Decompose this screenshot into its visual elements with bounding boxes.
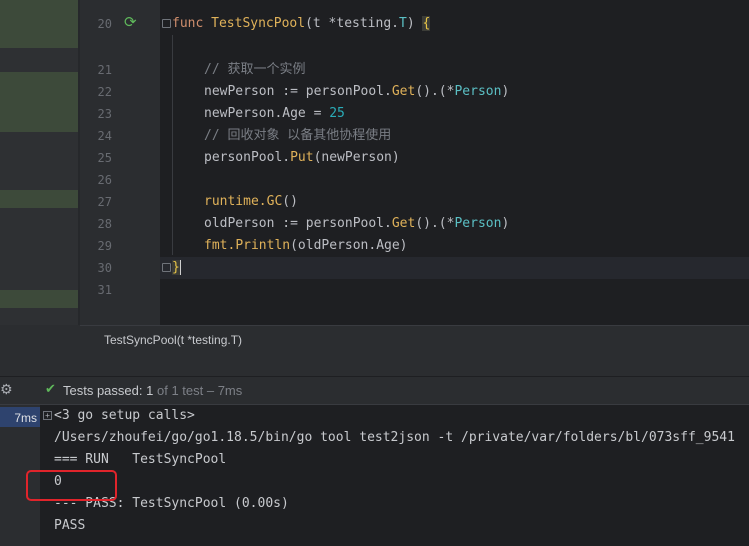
- code-line-25: // 回收对象 以备其他协程使用: [204, 128, 392, 143]
- breadcrumb-bar: TestSyncPool(t *testing.T): [80, 325, 749, 353]
- code-text: newPerson.Age =: [204, 106, 330, 121]
- tree-item-time: 7ms: [14, 411, 37, 425]
- params-close: ): [406, 16, 423, 31]
- line-number: 26: [97, 173, 112, 187]
- current-line-highlight: [160, 257, 749, 279]
- total-tests: of 1 test: [156, 383, 204, 398]
- function-name: TestSyncPool: [211, 16, 306, 31]
- console-line: PASS: [54, 518, 86, 533]
- line-number: 29: [97, 239, 112, 253]
- code-line-23: newPerson := personPool.Get().(*Person): [204, 81, 509, 103]
- line-number: 23: [97, 107, 112, 121]
- text-caret: [179, 260, 181, 275]
- editor-gutter: 20 21 22 23 24 25 26 27 28 29 30 31 31 3…: [80, 0, 188, 325]
- panel-block: [0, 290, 78, 308]
- panel-splitter[interactable]: [0, 353, 749, 377]
- code-editor[interactable]: func TestSyncPool(t *testing.T) { // 获取一…: [160, 0, 749, 325]
- test-results-header: ⚙ ✔ Tests passed: 1 of 1 test – 7ms: [0, 377, 749, 405]
- type-name: Person: [454, 216, 502, 231]
- line-number: 31: [97, 283, 112, 297]
- method-call: Put: [290, 150, 314, 165]
- method-call: GC: [266, 194, 283, 209]
- fold-marker-icon[interactable]: [162, 19, 171, 28]
- expand-icon[interactable]: +: [43, 411, 52, 420]
- code-line-20: func TestSyncPool(t *testing.T) {: [172, 13, 431, 35]
- check-icon: ✔: [45, 382, 56, 397]
- code-line-30: fmt.Println(oldPerson.Age): [204, 235, 408, 257]
- package-name: fmt.: [204, 238, 236, 253]
- code-text: (oldPerson.Age): [290, 238, 408, 253]
- test-status: Tests passed: 1 of 1 test – 7ms: [63, 383, 242, 398]
- params: (t *testing.: [305, 16, 399, 31]
- line-number: 22: [97, 85, 112, 99]
- breadcrumb[interactable]: TestSyncPool(t *testing.T): [104, 333, 242, 347]
- console-line: /Users/zhoufei/go/go1.18.5/bin/go tool t…: [54, 430, 735, 445]
- code-text: newPerson := personPool.: [204, 84, 392, 99]
- line-number: 20: [97, 17, 112, 31]
- line-number: 24: [97, 129, 112, 143]
- line-number: 27: [97, 195, 112, 209]
- code-line-22: // 获取一个实例: [204, 62, 306, 77]
- close-brace: }: [172, 260, 180, 275]
- open-brace: {: [422, 16, 431, 31]
- keyword-func: func: [172, 16, 204, 31]
- project-panel-edge: [0, 0, 80, 325]
- code-line-28: runtime.GC(): [204, 191, 298, 213]
- code-text: (newPerson): [313, 150, 400, 165]
- test-duration: – 7ms: [206, 383, 243, 398]
- panel-block: [0, 190, 78, 208]
- output-highlight-box: [26, 470, 117, 501]
- code-text: ().(*: [415, 84, 455, 99]
- line-number: 21: [97, 63, 112, 77]
- code-line-31: }: [172, 257, 181, 279]
- code-line-26: personPool.Put(newPerson): [204, 147, 400, 169]
- console-line: <3 go setup calls>: [54, 408, 195, 423]
- code-text: personPool.: [204, 150, 291, 165]
- package-name: runtime.: [204, 194, 267, 209]
- fold-marker-icon[interactable]: [162, 263, 171, 272]
- line-number: 28: [97, 217, 112, 231]
- test-tree-item[interactable]: 7ms: [0, 407, 40, 427]
- code-text: oldPerson := personPool.: [204, 216, 392, 231]
- code-text: ): [501, 84, 510, 99]
- console-output[interactable]: + <3 go setup calls> /Users/zhoufei/go/g…: [40, 405, 749, 546]
- panel-block: [0, 0, 78, 48]
- status-label: Tests passed:: [63, 383, 143, 398]
- console-line: === RUN TestSyncPool: [54, 452, 227, 467]
- number-literal: 25: [329, 106, 345, 121]
- passed-count: 1: [146, 383, 154, 398]
- code-line-29: oldPerson := personPool.Get().(*Person): [204, 213, 509, 235]
- code-text: (): [282, 194, 298, 209]
- code-line-24: newPerson.Age = 25: [204, 103, 345, 125]
- run-test-icon[interactable]: ⟳: [124, 13, 137, 31]
- gear-icon[interactable]: ⚙: [0, 382, 13, 398]
- method-call: Get: [391, 84, 416, 99]
- code-text: ().(*: [415, 216, 455, 231]
- type-name: T: [398, 16, 407, 31]
- method-call: Println: [235, 238, 291, 253]
- method-call: Get: [391, 216, 416, 231]
- indent-guide: [172, 35, 173, 255]
- code-text: ): [501, 216, 510, 231]
- line-number: 25: [97, 151, 112, 165]
- panel-block: [0, 72, 78, 132]
- type-name: Person: [454, 84, 502, 99]
- line-number: 30: [97, 261, 112, 275]
